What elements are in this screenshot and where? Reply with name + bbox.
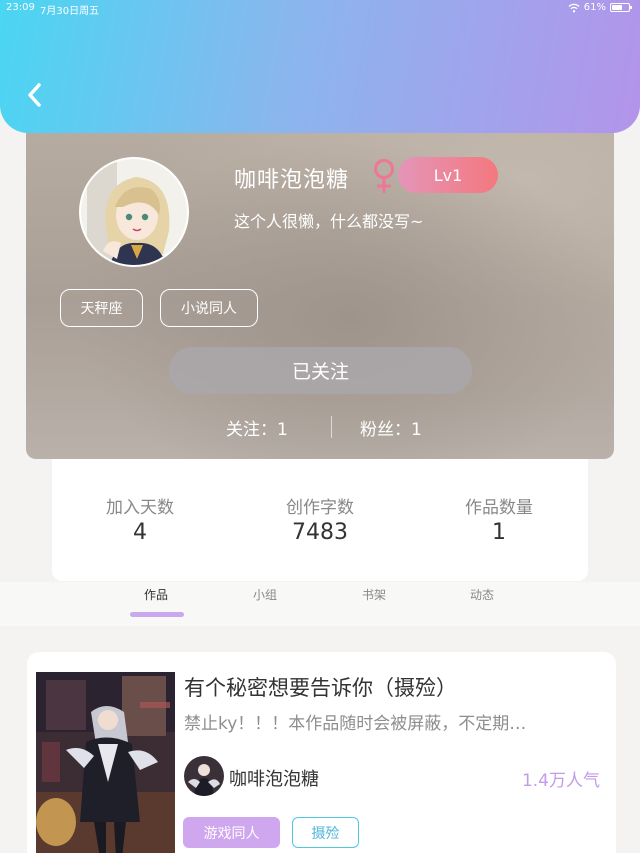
author-name[interactable]: 咖啡泡泡糖 [229, 765, 319, 791]
back-button[interactable] [20, 80, 48, 110]
follow-button[interactable]: 已关注 [169, 347, 472, 394]
author-avatar[interactable] [184, 756, 224, 796]
tab-bar: 作品 小组 书架 动态 [0, 582, 640, 626]
stat-join-days: 加入天数 4 [70, 493, 210, 545]
stat-label: 作品数量 [465, 498, 533, 518]
chevron-left-icon [28, 83, 41, 107]
popularity-count: 1.4万人气 [521, 771, 600, 791]
level-badge: Lv1 [398, 157, 498, 193]
stat-label: 加入天数 [106, 498, 174, 518]
tag-chip-zodiac[interactable]: 天秤座 [60, 289, 143, 327]
header-bar: 23:09 7月30日周五 61% [0, 0, 640, 133]
author-avatar-illustration [184, 756, 224, 796]
username: 咖啡泡泡糖 [234, 168, 350, 193]
stat-label: 创作字数 [286, 498, 354, 518]
stats-panel: 加入天数 4 创作字数 7483 作品数量 1 [52, 459, 588, 581]
stat-value: 7483 [292, 520, 348, 545]
avatar-illustration [81, 159, 187, 265]
cover-illustration [36, 672, 175, 853]
stat-value: 1 [492, 520, 506, 545]
user-avatar[interactable] [79, 157, 189, 267]
battery-icon [610, 3, 632, 12]
stat-divider [331, 416, 332, 438]
stat-works-count: 作品数量 1 [429, 493, 569, 545]
stat-value: 4 [133, 520, 147, 545]
fans-count[interactable]: 粉丝：1 [360, 415, 422, 440]
battery-percent: 61% [583, 2, 606, 13]
tag-chip-category[interactable]: 小说同人 [160, 289, 258, 327]
user-bio: 这个人很懒，什么都没写~ [234, 212, 424, 231]
work-description: 禁止ky！！！本作品随时会被屏蔽，不定期… [184, 714, 527, 734]
tab-works[interactable]: 作品 [116, 586, 196, 603]
wifi-icon [568, 3, 580, 12]
work-card[interactable]: 有个秘密想要告诉你（摄殓） 禁止ky！！！本作品随时会被屏蔽，不定期… 咖啡泡泡… [27, 652, 616, 853]
status-date: 7月30日周五 [40, 6, 100, 17]
tab-activity[interactable]: 动态 [442, 586, 522, 603]
status-time: 23:09 [6, 2, 35, 13]
work-cover-image[interactable] [36, 672, 175, 853]
following-count[interactable]: 关注：1 [226, 415, 288, 440]
work-title[interactable]: 有个秘密想要告诉你（摄殓） [184, 672, 457, 702]
stat-word-count: 创作字数 7483 [250, 493, 390, 545]
tab-bookshelf[interactable]: 书架 [334, 586, 414, 603]
status-indicators: 61% [568, 2, 632, 13]
tab-groups[interactable]: 小组 [225, 586, 305, 603]
profile-card: 咖啡泡泡糖 Lv1 这个人很懒，什么都没写~ 天秤座 小说同人 已关注 关注：1… [26, 110, 614, 459]
work-tag-pairing[interactable]: 摄殓 [292, 817, 359, 848]
work-tag-game-fanfic[interactable]: 游戏同人 [183, 817, 280, 848]
active-tab-indicator [130, 612, 184, 617]
female-icon [374, 159, 394, 193]
